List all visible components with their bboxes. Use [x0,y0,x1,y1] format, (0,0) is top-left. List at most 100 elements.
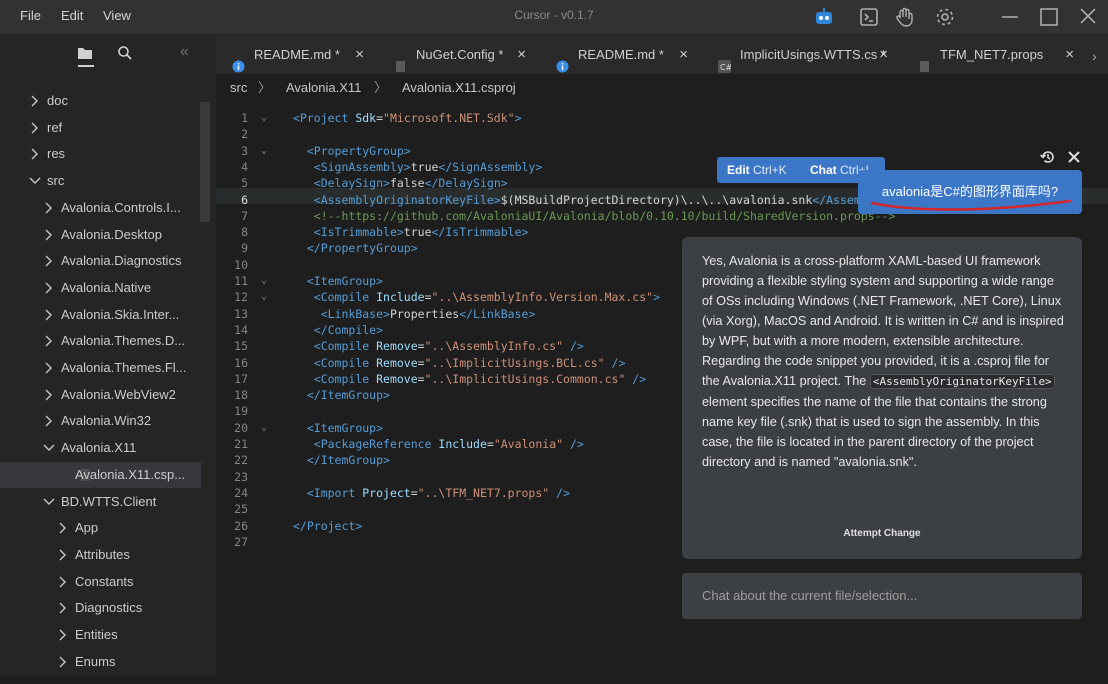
chevron-down-icon [41,489,57,515]
history-icon[interactable] [1039,148,1057,169]
fold-chevron-icon[interactable]: ⌄ [261,110,267,126]
code-text: <Import Project="..\TFM_NET7.props" /> [306,485,570,500]
code-text: <PropertyGroup> [306,143,411,158]
tree-item-label: Diagnostics [75,600,143,615]
breadcrumb-item[interactable]: Avalonia.X11 [286,74,361,102]
line-number: 10 [234,257,248,272]
code-text: <Compile Remove="..\ImplicitUsings.Commo… [313,371,647,386]
tree-item-label: Constants [75,574,134,589]
code-text: <SignAssembly>true</SignAssembly> [313,159,543,174]
sidebar-header: « [0,34,216,74]
minimize-button[interactable] [997,5,1023,29]
robot-icon[interactable] [813,6,835,28]
ai-answer-text: Yes, Avalonia is a cross-platform XAML-b… [702,251,1066,472]
chevron-right-icon [41,355,57,381]
tree-file[interactable]: Avalonia.X11.csp... [0,462,201,488]
line-number: 11 [234,274,248,288]
tree-item-label: Enums [75,654,116,669]
fold-chevron-icon[interactable]: ⌄ [261,273,267,289]
tab-label: NuGet.Config * [416,47,504,62]
tree-item-label: App [75,520,99,535]
chevron-right-icon [27,115,43,141]
gear-icon[interactable] [934,6,956,28]
line-number: 4 [241,159,248,174]
editor-tab[interactable]: README.md * × [216,34,378,74]
code-text: </ItemGroup> [306,453,390,468]
fold-chevron-icon[interactable]: ⌄ [261,289,267,305]
search-icon[interactable] [117,45,133,64]
maximize-button[interactable] [1036,5,1062,29]
bottom-strip [216,660,1108,675]
tab-close-icon[interactable]: × [355,34,364,76]
editor-tab[interactable]: C# ImplicitUsings.WTTS.cs *× [702,34,902,74]
fold-chevron-icon[interactable]: ⌄ [261,420,267,436]
tab-close-icon[interactable]: × [679,34,688,76]
tree-item-label: res [47,146,66,161]
collapse-sidebar-icon[interactable]: « [180,43,189,61]
files-icon[interactable] [77,45,93,64]
hand-icon[interactable] [894,6,916,28]
code-text: <ItemGroup> [306,420,384,435]
code-text: </PropertyGroup> [306,241,418,256]
tree-item-label: Avalonia.X11 [61,440,137,455]
line-number: 3 [241,143,248,158]
chevron-right-icon [55,622,71,648]
line-number: 18 [234,388,248,403]
editor-tab[interactable]: TFM_NET7.props × [902,34,1088,74]
answer-paragraph: Yes, Avalonia is a cross-platform XAML-b… [702,254,1064,348]
tab-label: README.md * [254,47,340,62]
breadcrumb-item[interactable]: Avalonia.X11.csproj [402,74,516,102]
chevron-right-icon [55,542,71,568]
tree-item-label: Avalonia.X11.csp... [75,467,186,482]
code-line: 3 ⌄ <PropertyGroup> [216,143,1108,159]
chat-input[interactable]: Chat about the current file/selection... [682,573,1082,619]
line-number: 17 [234,371,248,386]
tab-close-icon[interactable]: × [1065,34,1074,76]
code-line: 2 [216,126,1108,142]
code-text: </Project> [293,518,363,533]
files-active-indicator [78,65,94,67]
breadcrumb: src 〉 Avalonia.X11 〉 Avalonia.X11.csproj [216,74,1108,102]
editor-tab[interactable]: NuGet.Config * × [378,34,540,74]
tab-label: ImplicitUsings.WTTS.cs * [740,47,886,62]
tree-item-label: Avalonia.Themes.D... [61,333,186,348]
code-line: 1 ⌄ <Project Sdk="Microsoft.NET.Sdk"> [216,110,1108,126]
editor-tab[interactable]: README.md * × [540,34,702,74]
tab-close-icon[interactable]: × [517,34,526,76]
chevron-right-icon [27,88,43,114]
tree-item-label: Avalonia.Native [61,280,152,295]
line-number: 24 [234,485,248,500]
tree-item-label: doc [47,93,68,108]
close-window-button[interactable] [1075,5,1101,29]
breadcrumb-separator-icon: 〉 [374,80,388,95]
code-text: <ItemGroup> [306,274,384,288]
line-number: 5 [241,176,248,191]
tab-scroll-icon[interactable]: › [1092,48,1097,64]
chevron-right-icon [55,515,71,541]
chevron-right-icon [41,222,57,248]
close-popup-icon[interactable] [1066,149,1082,168]
chat-input-placeholder: Chat about the current file/selection... [702,588,918,603]
sidebar-scrollbar[interactable] [200,102,210,222]
attempt-change-button[interactable]: Attempt Change [682,528,1082,539]
tab-close-icon[interactable]: × [879,34,888,76]
terminal-icon[interactable] [858,6,880,28]
tree-item-label: Avalonia.Diagnostics [61,253,182,268]
answer-paragraph: Regarding the code snippet you provided,… [702,351,1066,472]
tab-label: README.md * [578,47,664,62]
tree-item-label: Attributes [75,547,130,562]
code-text: <Compile Include="..\AssemblyInfo.Versio… [313,290,660,305]
code-text: <PackageReference Include="Avalonia" /> [313,437,584,451]
chevron-right-icon [41,302,57,328]
tree-item-label: Avalonia.Themes.Fl... [61,360,187,375]
code-text: <!--https://github.com/AvaloniaUI/Avalon… [313,208,896,223]
line-number: 7 [241,208,248,223]
chevron-down-icon [27,168,43,194]
line-number: 26 [234,518,248,533]
breadcrumb-item[interactable]: src [230,74,247,102]
fold-chevron-icon[interactable]: ⌄ [261,143,267,159]
line-number: 25 [234,502,248,517]
chevron-right-icon [55,649,71,675]
line-number: 21 [234,437,248,451]
edit-button[interactable]: Edit Ctrl+K [727,157,787,183]
